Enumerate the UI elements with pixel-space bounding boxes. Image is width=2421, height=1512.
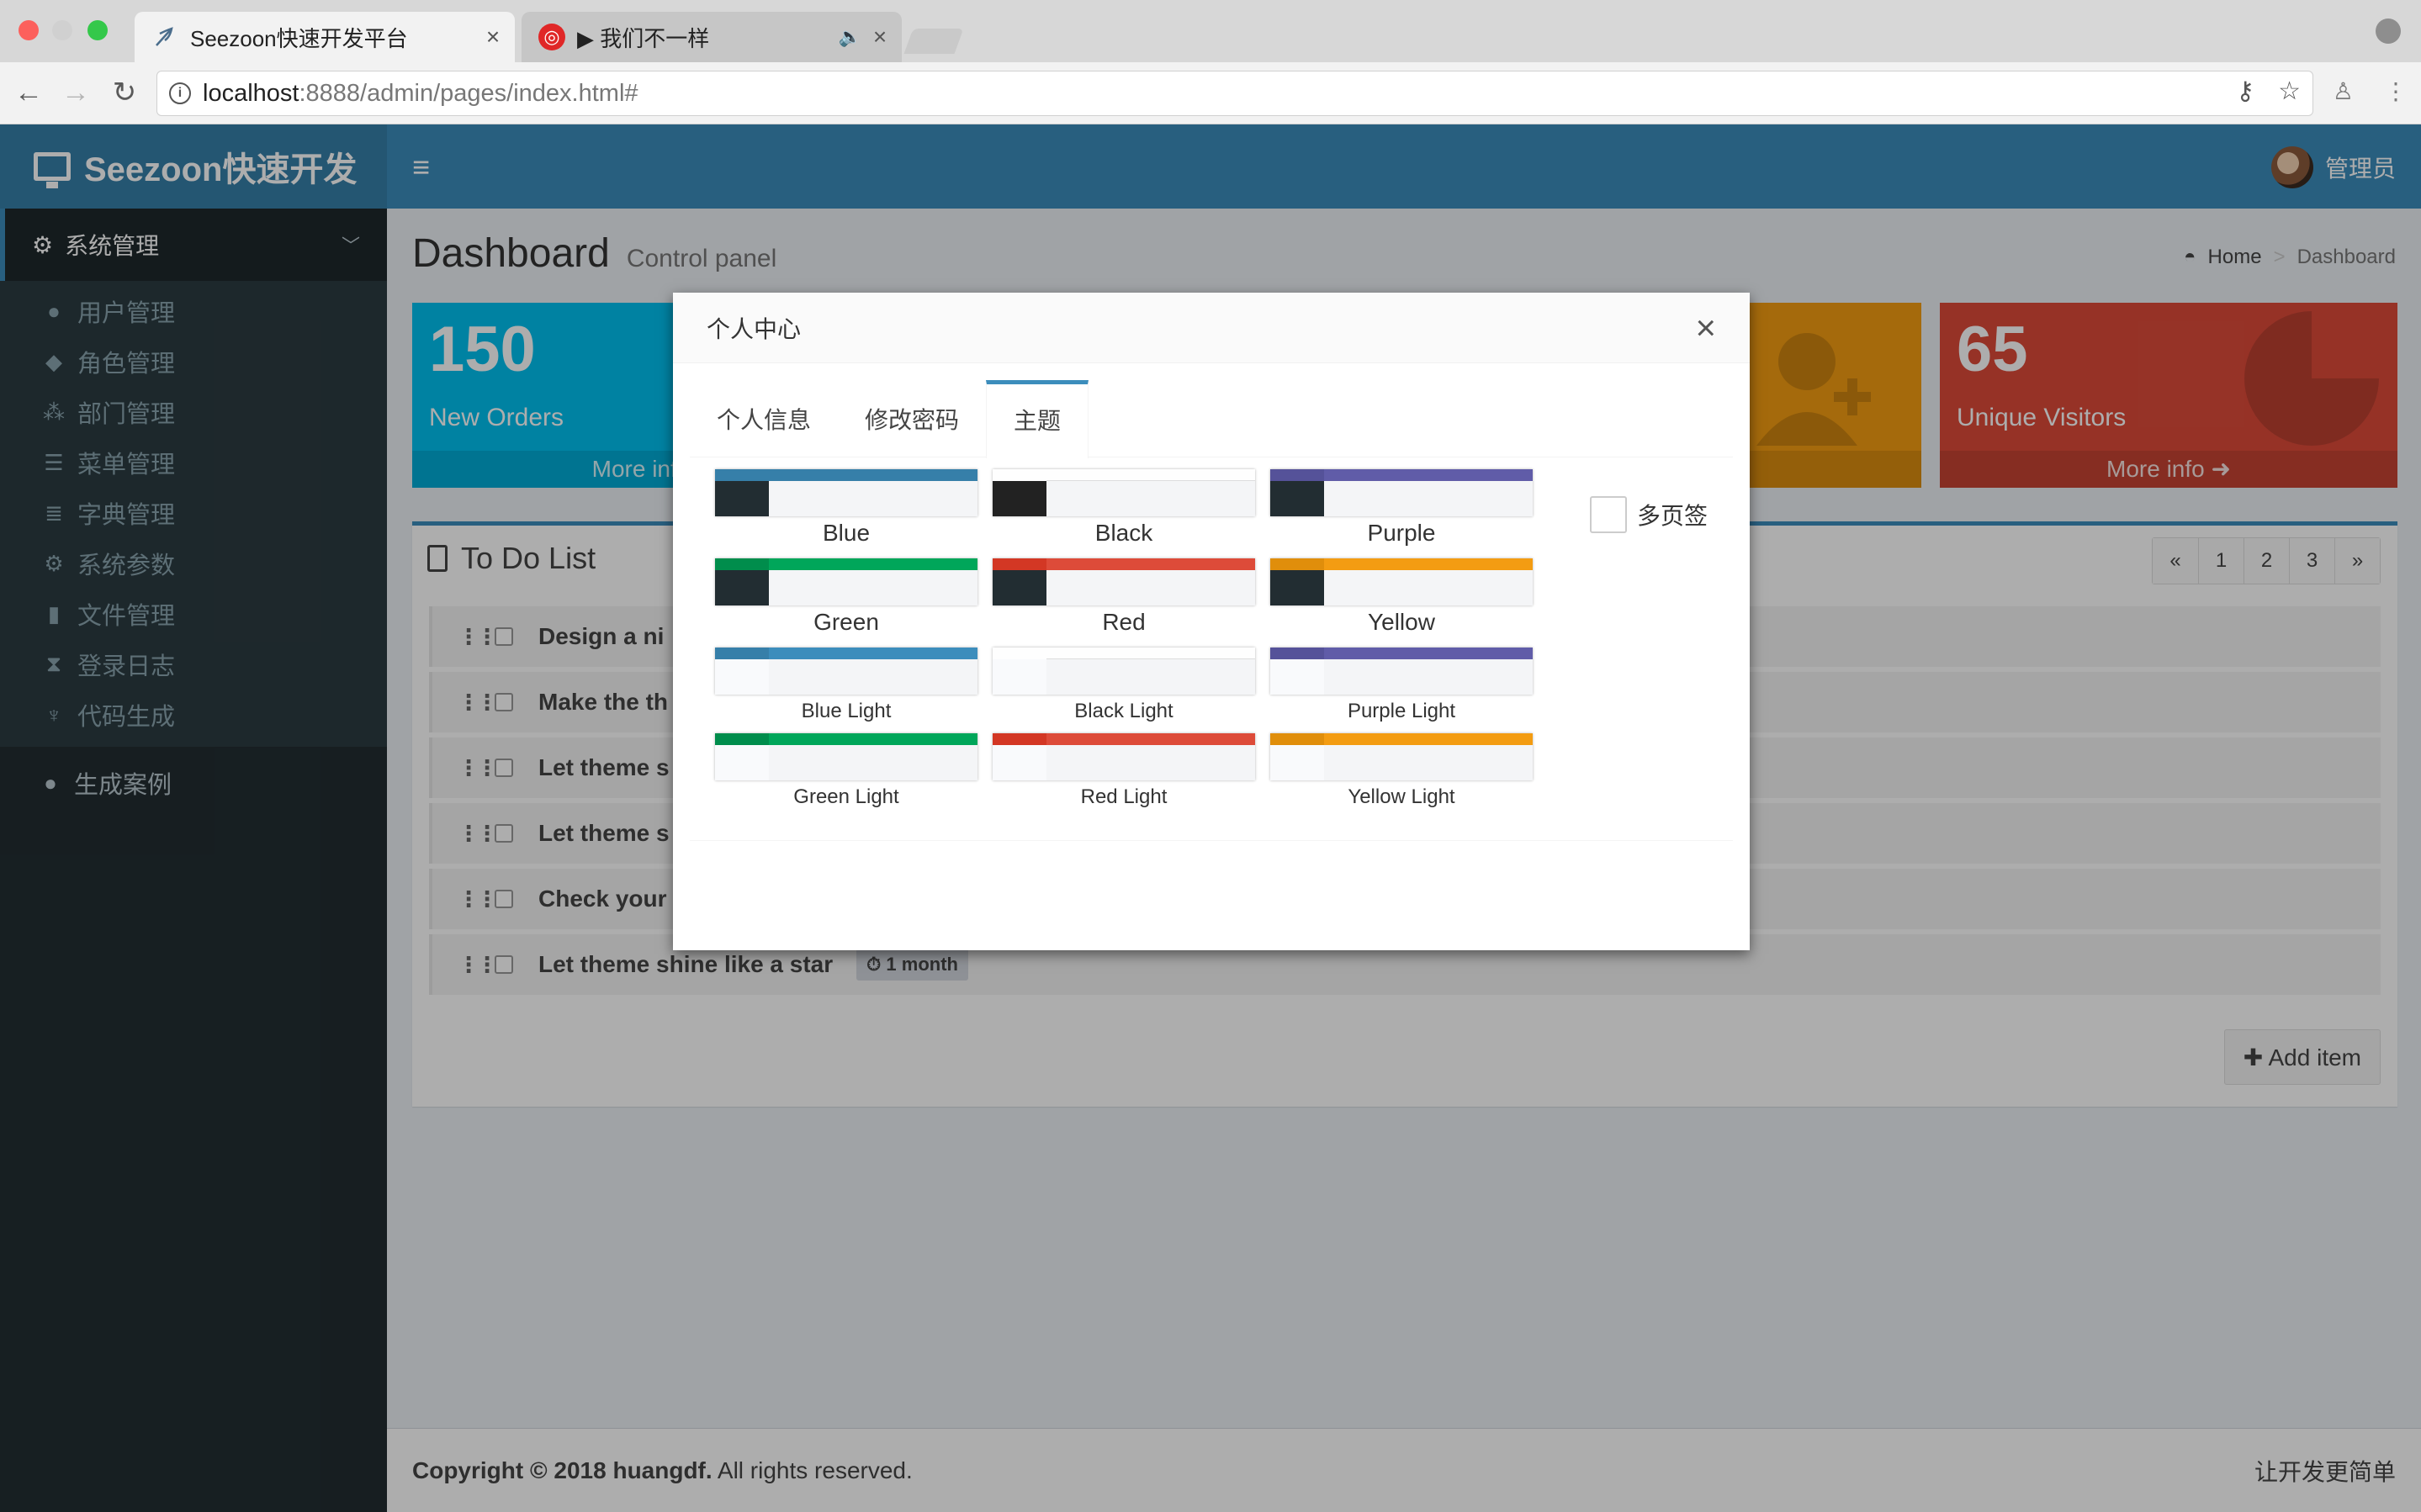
skin-swatch[interactable] xyxy=(715,733,977,780)
tab-title: ▶ 我们不一样 xyxy=(577,25,710,51)
url-path: :8888/admin/pages/index.html# xyxy=(299,79,638,107)
address-bar[interactable]: i localhost:8888/admin/pages/index.html#… xyxy=(156,71,2313,116)
multi-tab-checkbox[interactable] xyxy=(1590,496,1627,533)
skin-label: Black xyxy=(1094,520,1153,546)
window-maximize-button[interactable] xyxy=(87,20,108,40)
skin-swatch[interactable] xyxy=(1270,469,1533,516)
netease-music-icon: ◎ xyxy=(538,24,565,50)
skin-label: Purple xyxy=(1367,520,1436,546)
speaker-icon[interactable]: 🔈 xyxy=(839,26,861,48)
skin-label: Black Light xyxy=(1074,700,1173,722)
extension-icon[interactable]: ♙ xyxy=(2333,77,2354,105)
skin-label: Blue xyxy=(822,520,871,546)
skin-label: Purple Light xyxy=(1347,700,1456,722)
skin-label: Blue Light xyxy=(801,700,892,722)
skin-option[interactable]: Blue xyxy=(715,469,977,547)
multi-tab-option[interactable]: 多页签 xyxy=(1590,496,1708,533)
skin-option[interactable]: Yellow Light xyxy=(1270,733,1533,809)
close-icon[interactable]: × xyxy=(1695,308,1716,348)
skin-option[interactable]: Red Light xyxy=(993,733,1255,809)
multi-tab-label: 多页签 xyxy=(1637,503,1708,529)
skin-label: Green xyxy=(813,609,879,635)
modal-header: 个人中心 × xyxy=(673,293,1750,363)
skin-label: Red xyxy=(1102,609,1146,635)
url-host: localhost xyxy=(203,79,299,107)
skin-option[interactable]: Red xyxy=(993,558,1255,636)
back-arrow-icon[interactable]: ← xyxy=(10,74,47,111)
theme-pane: Blue Black Purple Green Red Yellow Blue Light B… xyxy=(690,457,1733,841)
skin-swatch[interactable] xyxy=(993,558,1255,605)
skin-swatch[interactable] xyxy=(993,469,1255,516)
feather-icon xyxy=(151,24,178,50)
personal-center-modal: 个人中心 × 个人信息 修改密码 主题 Blue Black Purple Green… xyxy=(673,293,1750,950)
skin-option[interactable]: Black Light xyxy=(993,648,1255,723)
modal-tabs: 个人信息 修改密码 主题 xyxy=(690,380,1733,458)
tab-title: Seezoon快速开发平台 xyxy=(190,25,408,51)
reload-icon[interactable]: ↻ xyxy=(106,74,143,111)
skin-label: Yellow Light xyxy=(1348,785,1455,808)
skin-option[interactable]: Green xyxy=(715,558,977,636)
new-tab-button[interactable] xyxy=(903,29,964,54)
more-menu-icon[interactable]: ⋮ xyxy=(2384,77,2408,105)
profile-icon[interactable] xyxy=(2376,19,2401,44)
window-minimize-button[interactable] xyxy=(52,20,72,40)
skin-swatch[interactable] xyxy=(993,733,1255,780)
tab-close-icon[interactable]: × xyxy=(478,24,508,50)
browser-toolbar: ← → ↻ i localhost:8888/admin/pages/index… xyxy=(0,62,2421,124)
modal-title: 个人中心 xyxy=(707,315,802,342)
tab-theme[interactable]: 主题 xyxy=(986,380,1089,458)
tab-close-icon[interactable]: × xyxy=(865,24,895,50)
browser-tab-music[interactable]: ◎ ▶ 我们不一样 🔈 × xyxy=(522,12,902,62)
skin-label: Yellow xyxy=(1368,609,1435,635)
skin-option[interactable]: Purple xyxy=(1270,469,1533,547)
browser-tab-seezoon[interactable]: Seezoon快速开发平台 × xyxy=(135,12,515,62)
skin-option[interactable]: Yellow xyxy=(1270,558,1533,636)
skin-swatch[interactable] xyxy=(715,469,977,516)
skin-swatch[interactable] xyxy=(1270,733,1533,780)
window-close-button[interactable] xyxy=(19,20,39,40)
key-icon[interactable]: ⚷ xyxy=(2236,77,2254,106)
browser-titlebar: Seezoon快速开发平台 × ◎ ▶ 我们不一样 🔈 × xyxy=(0,0,2421,62)
skin-option[interactable]: Green Light xyxy=(715,733,977,809)
skin-option[interactable]: Blue Light xyxy=(715,648,977,723)
skin-swatch[interactable] xyxy=(715,558,977,605)
skin-swatch[interactable] xyxy=(715,648,977,695)
skin-option[interactable]: Purple Light xyxy=(1270,648,1533,723)
tab-change-password[interactable]: 修改密码 xyxy=(838,380,986,457)
skin-swatch[interactable] xyxy=(1270,558,1533,605)
skin-option[interactable]: Black xyxy=(993,469,1255,547)
skin-label: Red Light xyxy=(1080,785,1168,808)
skin-swatch[interactable] xyxy=(1270,648,1533,695)
info-icon[interactable]: i xyxy=(169,82,191,104)
skin-label: Green Light xyxy=(793,785,899,808)
tab-profile[interactable]: 个人信息 xyxy=(690,380,838,457)
forward-arrow-icon[interactable]: → xyxy=(57,74,94,111)
skin-swatch[interactable] xyxy=(993,648,1255,695)
star-icon[interactable]: ☆ xyxy=(2278,77,2301,106)
